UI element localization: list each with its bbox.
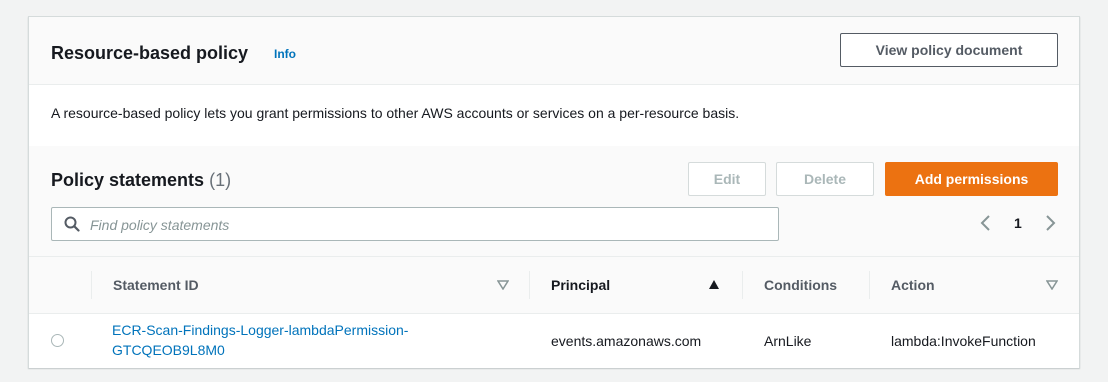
info-link[interactable]: Info [274,46,296,62]
column-header-conditions[interactable]: Conditions [764,257,837,313]
sort-descending-icon[interactable] [497,280,509,290]
policy-statements-label: Policy statements [51,170,205,190]
policy-statements-count: (1) [209,170,232,190]
column-header-statement-id[interactable]: Statement ID [113,257,199,313]
chevron-right-icon [1046,215,1056,231]
panel-title: Resource-based policy [51,43,249,63]
search-box[interactable] [51,207,779,241]
statement-id-line-2[interactable]: GTCQEOB9L8M0 [112,340,408,360]
policy-description: A resource-based policy lets you grant p… [51,105,740,121]
conditions-cell: ArnLike [764,333,812,349]
search-icon [64,216,80,232]
table-row[interactable]: ECR-Scan-Findings-Logger-lambdaPermissio… [29,314,1079,368]
chevron-left-icon [980,215,990,231]
policy-statements-title: Policy statements (1) [51,169,231,191]
add-permissions-button[interactable]: Add permissions [885,162,1058,196]
resource-based-policy-panel: Resource-based policy Info View policy d… [28,16,1080,368]
statement-id-line-1[interactable]: ECR-Scan-Findings-Logger-lambdaPermissio… [112,320,408,340]
principal-cell: events.amazonaws.com [551,333,702,349]
column-divider [529,271,530,299]
sort-descending-icon[interactable] [1046,280,1058,290]
edit-button[interactable]: Edit [688,162,766,196]
column-divider [91,271,92,299]
sort-ascending-icon[interactable] [708,279,720,290]
column-header-action[interactable]: Action [891,257,935,313]
statement-id-link[interactable]: ECR-Scan-Findings-Logger-lambdaPermissio… [112,320,408,360]
table-header: Statement ID Principal Conditions Action [29,256,1079,314]
column-header-principal[interactable]: Principal [551,257,610,313]
view-policy-document-button[interactable]: View policy document [840,33,1058,67]
row-select-radio[interactable] [51,334,64,347]
next-page-button[interactable] [1043,213,1057,233]
previous-page-button[interactable] [979,213,993,233]
column-divider [742,271,743,299]
current-page-number[interactable]: 1 [1014,213,1022,233]
column-divider [869,271,870,299]
search-input[interactable] [88,213,762,237]
delete-button[interactable]: Delete [776,162,874,196]
action-cell: lambda:InvokeFunction [891,333,1036,349]
panel-header: Resource-based policy Info View policy d… [29,17,1079,85]
